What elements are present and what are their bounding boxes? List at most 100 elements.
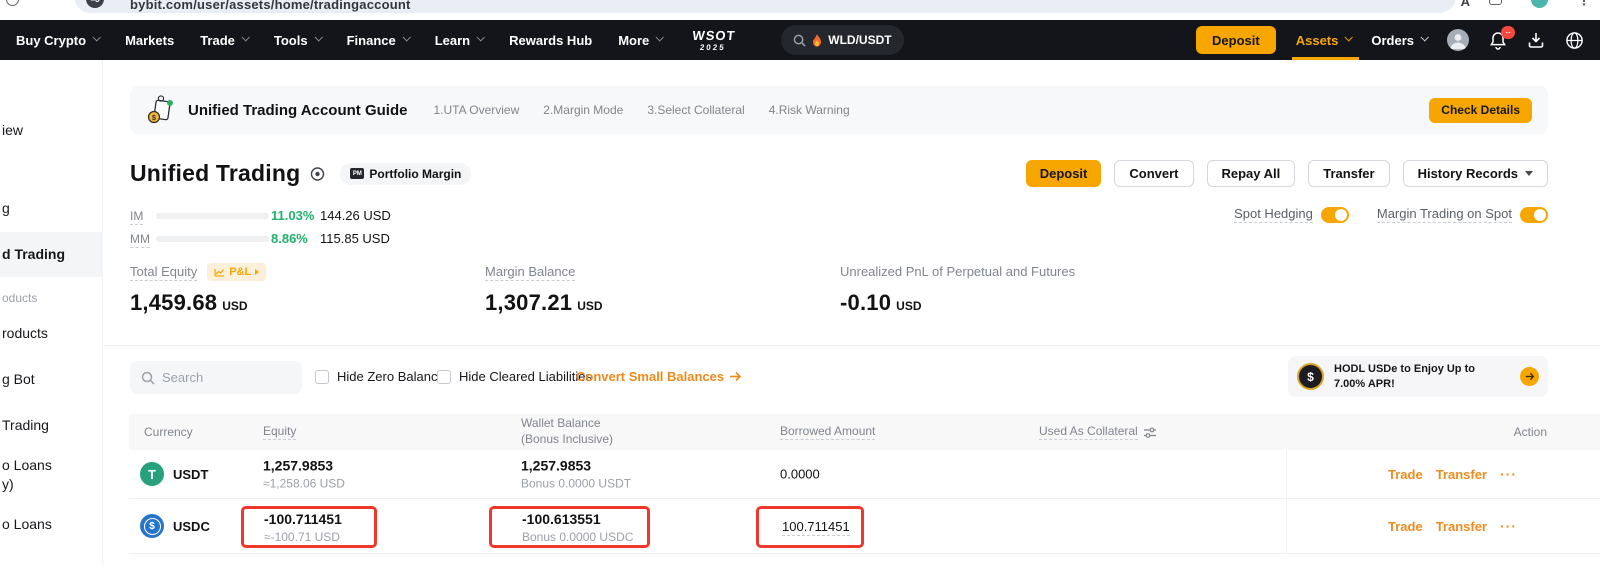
flame-icon: [812, 34, 822, 47]
nav-finance[interactable]: Finance: [347, 33, 409, 48]
browser-menu-icon[interactable]: ⋮: [1578, 0, 1590, 8]
browser-profile-avatar[interactable]: [1531, 0, 1548, 8]
check-details-button[interactable]: Check Details: [1429, 98, 1532, 123]
im-percent: 11.03%: [271, 208, 317, 223]
chevron-down-icon: [1420, 33, 1428, 41]
nav-orders[interactable]: Orders: [1371, 33, 1427, 48]
currency-symbol: USDT: [173, 467, 208, 482]
convert-small-balances-link[interactable]: Convert Small Balances: [576, 369, 742, 384]
account-avatar[interactable]: [1447, 29, 1469, 51]
nav-learn[interactable]: Learn: [435, 33, 483, 48]
notification-badge: ...: [1501, 26, 1515, 39]
top-nav: Buy Crypto Markets Trade Tools Finance L…: [0, 20, 1600, 60]
more-actions-icon[interactable]: ···: [1500, 466, 1517, 482]
sidebar-item-crypto-loans[interactable]: o Loans: [2, 516, 52, 532]
hide-zero-checkbox[interactable]: [315, 370, 329, 384]
currency-cell: $ USDC: [140, 514, 210, 538]
browser-url-text[interactable]: bybit.com/user/assets/home/tradingaccoun…: [130, 0, 411, 12]
history-records-dropdown[interactable]: History Records: [1403, 160, 1548, 187]
col-wallet-balance: Wallet Balance(Bonus Inclusive): [521, 414, 613, 450]
sidebar-item-unified-trading[interactable]: d Trading: [2, 246, 65, 262]
browser-reload-icon[interactable]: [6, 0, 19, 6]
pm-icon: PM: [350, 168, 364, 179]
nav-trade[interactable]: Trade: [200, 33, 248, 48]
col-used-as-collateral: Used As Collateral: [1039, 414, 1156, 450]
deposit-button[interactable]: Deposit: [1026, 160, 1102, 187]
search-icon: [141, 371, 155, 385]
total-equity-value: 1,459.68USD: [130, 290, 485, 316]
guide-step-3[interactable]: 3.Select Collateral: [647, 103, 744, 117]
sidebar-item-overview[interactable]: iew: [2, 122, 23, 138]
hide-zero-balances-filter[interactable]: Hide Zero Balances: [315, 369, 451, 384]
notifications-button[interactable]: ...: [1489, 31, 1507, 50]
wallet-balance-cell-highlighted: -100.613551 Bonus 0.0000 USDC: [489, 506, 650, 548]
chevron-down-icon: [402, 33, 410, 41]
hide-cleared-liabilities-filter[interactable]: Hide Cleared Liabilities: [437, 369, 592, 384]
nav-markets[interactable]: Markets: [125, 33, 174, 48]
nav-deposit-button[interactable]: Deposit: [1196, 26, 1276, 54]
sidebar-item-copy-trading[interactable]: Trading: [2, 417, 49, 433]
hide-cleared-label: Hide Cleared Liabilities: [459, 369, 592, 384]
transfer-button[interactable]: Transfer: [1308, 160, 1389, 187]
nav-more[interactable]: More: [618, 33, 662, 48]
guide-title: Unified Trading Account Guide: [188, 102, 407, 119]
account-stats: Total Equity P&L 1,459.68USD Margin Bala…: [130, 263, 1548, 316]
toggle-knob: [1335, 209, 1347, 221]
search-input[interactable]: [162, 370, 282, 385]
nav-assets[interactable]: Assets: [1296, 33, 1352, 48]
hide-cleared-checkbox[interactable]: [437, 370, 451, 384]
caret-down-icon: [1525, 171, 1533, 176]
sidebar-item-earn-products[interactable]: roducts: [2, 325, 48, 341]
nav-search[interactable]: WLD/USDT: [781, 25, 903, 55]
download-app-button[interactable]: [1527, 31, 1545, 49]
transfer-link[interactable]: Transfer: [1436, 519, 1487, 534]
equity-cell: 1,257.9853 ≈1,258.06 USD: [263, 458, 345, 491]
eye-icon[interactable]: [309, 167, 326, 181]
usde-promo-banner[interactable]: $ HODL USDe to Enjoy Up to 7.00% APR!: [1288, 356, 1548, 397]
spot-hedging-label: Spot Hedging: [1234, 206, 1313, 223]
wsot-2025-logo[interactable]: WSOT 2025: [691, 29, 736, 52]
nav-rewards-hub[interactable]: Rewards Hub: [509, 33, 592, 48]
repay-all-button[interactable]: Repay All: [1207, 160, 1296, 187]
pnl-badge[interactable]: P&L: [207, 263, 266, 281]
column-divider: [1286, 450, 1287, 498]
sidebar-item-funding[interactable]: g: [2, 200, 10, 216]
asset-search[interactable]: [130, 361, 302, 394]
guide-step-2[interactable]: 2.Margin Mode: [543, 103, 623, 117]
nav-tools[interactable]: Tools: [274, 33, 321, 48]
margin-trading-on-spot-label: Margin Trading on Spot: [1377, 206, 1512, 223]
assets-table-body: T USDT 1,257.9853 ≈1,258.06 USD 1,257.98…: [129, 450, 1600, 554]
nav-buy-crypto[interactable]: Buy Crypto: [16, 33, 99, 48]
chevron-down-icon: [241, 33, 249, 41]
sidebar-item-crypto-loans-legacy[interactable]: o Loans y): [2, 456, 52, 494]
margin-trading-on-spot-toggle[interactable]: [1520, 207, 1548, 223]
page-title: Unified Trading: [130, 160, 300, 187]
chart-icon: [214, 268, 225, 277]
portfolio-margin-badge[interactable]: PM Portfolio Margin: [340, 163, 471, 185]
guide-step-4[interactable]: 4.Risk Warning: [769, 103, 850, 117]
transfer-link[interactable]: Transfer: [1436, 467, 1487, 482]
convert-button[interactable]: Convert: [1114, 160, 1193, 187]
trade-link[interactable]: Trade: [1388, 467, 1423, 482]
left-sidebar: iew g d Trading oducts roducts g Bot Tra…: [0, 60, 103, 565]
trade-link[interactable]: Trade: [1388, 519, 1423, 534]
browser-extension-icon[interactable]: [1489, 0, 1502, 5]
collateral-settings-icon[interactable]: [1144, 427, 1156, 438]
margin-balance-label: Margin Balance: [485, 264, 575, 281]
spot-hedging-toggle[interactable]: [1321, 207, 1349, 223]
language-button[interactable]: [1565, 31, 1584, 50]
promo-arrow-button[interactable]: [1520, 367, 1539, 386]
guide-money-icon: $: [146, 95, 176, 125]
wallet-balance-cell: 1,257.9853 Bonus 0.0000 USDT: [521, 458, 631, 491]
borrowed-amount-cell-highlighted: 100.711451: [756, 506, 864, 548]
more-actions-icon[interactable]: ···: [1500, 518, 1517, 534]
column-divider: [1286, 499, 1287, 553]
chevron-down-icon: [477, 33, 485, 41]
guide-step-1[interactable]: 1.UTA Overview: [433, 103, 519, 117]
sidebar-item-trading-bot[interactable]: g Bot: [2, 371, 35, 387]
unrealized-pnl-stat: Unrealized PnL of Perpetual and Futures …: [840, 263, 1075, 316]
col-borrowed-amount: Borrowed Amount: [780, 414, 875, 450]
browser-font-icon[interactable]: A: [1461, 0, 1470, 9]
margin-balance-value: 1,307.21USD: [485, 290, 840, 316]
globe-icon: [1565, 31, 1584, 50]
